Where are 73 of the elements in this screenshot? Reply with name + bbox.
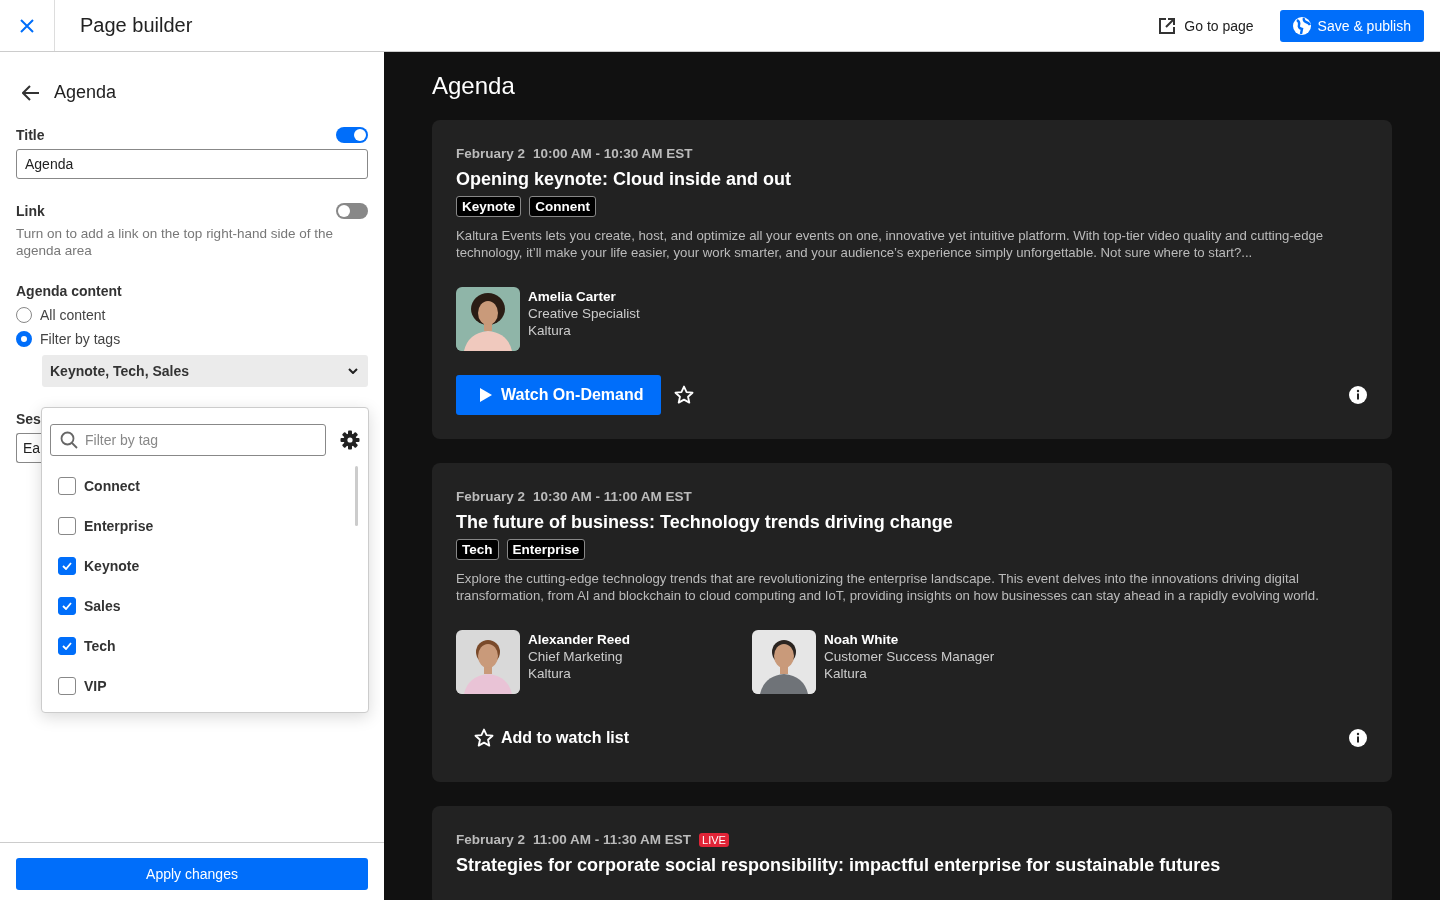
checkbox[interactable] (58, 597, 76, 615)
radio-option[interactable]: Filter by tags (16, 331, 121, 347)
tags-dropdown[interactable]: Keynote, Tech, Sales (42, 355, 368, 387)
field-label: Title (16, 127, 45, 143)
chevron-down-icon (348, 368, 358, 374)
session-time: 11:00 AM - 11:30 AM EST (533, 832, 692, 847)
session-time: 10:00 AM - 10:30 AM EST (533, 146, 693, 161)
session-date: February 2 (456, 146, 526, 161)
field-label: Ses (16, 411, 40, 427)
radio-button[interactable] (16, 331, 32, 347)
speaker-role: Creative Specialist (528, 305, 640, 322)
save-publish-button[interactable]: Save & publish (1279, 9, 1424, 42)
check-icon (62, 562, 72, 570)
toggle-switch[interactable] (336, 203, 368, 219)
star-icon (672, 384, 695, 406)
checkbox[interactable] (58, 517, 76, 535)
session-date: February 2 (456, 489, 526, 504)
session-tag: Keynote (456, 196, 522, 217)
session-time: 10:30 AM - 11:00 AM EST (533, 489, 692, 504)
tag-option[interactable]: Enterprise (50, 506, 360, 546)
play-icon (479, 387, 493, 403)
add-to-watch-list-button[interactable]: Add to watch list (456, 718, 629, 758)
radio-option[interactable]: All content (16, 307, 106, 323)
tag-option[interactable]: Keynote (50, 546, 360, 586)
session-date: February 2 (456, 832, 526, 847)
section-label: Agenda content (16, 283, 123, 299)
info-icon[interactable] (1348, 385, 1368, 405)
checkbox[interactable] (58, 557, 76, 575)
field-label: Link (16, 203, 45, 219)
panel-heading: Agenda (54, 82, 117, 103)
session-tag: Connent (529, 196, 596, 217)
help-text: Turn on to add a link on the top right-hand side of the agenda area (16, 225, 334, 259)
checkbox[interactable] (58, 677, 76, 695)
filter-search-field[interactable]: Filter by tag (50, 424, 326, 456)
session-title[interactable]: The future of business: Technology trends driving change (456, 512, 1368, 533)
speaker-company: Kaltura (824, 665, 868, 682)
watch-on-demand-button[interactable]: Watch On-Demand (456, 375, 661, 415)
speaker-name: Alexander Reed (528, 631, 631, 648)
tag-option[interactable]: VIP (50, 666, 360, 706)
session-tag: Tech (456, 539, 499, 560)
session-title[interactable]: Opening keynote: Cloud inside and out (456, 169, 1368, 190)
title-input-field[interactable]: Agenda (16, 149, 368, 179)
tag-option[interactable]: Connect (50, 466, 360, 506)
agenda-heading: Agenda (432, 72, 516, 100)
settings-icon[interactable] (340, 430, 360, 450)
session-title[interactable]: Strategies for corporate social responsibility: impactful enterprise for sustainable futures (456, 855, 1368, 876)
session-tag: Enterprise (506, 539, 586, 560)
tag-option[interactable]: Tech (50, 626, 360, 666)
check-icon (62, 602, 72, 610)
checkbox[interactable] (58, 637, 76, 655)
speaker-name: Amelia Carter (528, 288, 617, 305)
globe-icon (1291, 15, 1312, 36)
speaker-role: Chief Marketing (528, 648, 624, 665)
close-icon[interactable] (20, 18, 34, 33)
checkbox[interactable] (58, 477, 76, 495)
back-arrow-icon[interactable] (22, 84, 40, 101)
apply-changes-button[interactable]: Apply changes (16, 858, 368, 890)
go-to-page-link[interactable]: Go to page (1152, 15, 1260, 36)
external-link-icon (1158, 16, 1177, 35)
star-icon (473, 727, 495, 749)
toggle-switch[interactable] (336, 127, 368, 143)
tag-option[interactable]: Sales (50, 586, 360, 626)
check-icon (62, 642, 72, 650)
speaker-role: Customer Success Manager (824, 648, 995, 665)
page-title: Page builder (80, 14, 194, 37)
speaker-company: Kaltura (528, 322, 572, 339)
session-description: Explore the cutting-edge technology trends that are revolutionizing the enterprise landscape. This event delves into the innovations driving digital transformation, from AI and blockchain to cloud computing and IoT, providing insights on how businesses can stay ahead in a rapidly evolving world. (456, 570, 1320, 604)
info-icon[interactable] (1348, 728, 1368, 748)
favorite-button[interactable] (672, 384, 695, 406)
session-description: Kaltura Events lets you create, host, and optimize all your events on one, innovative yet intuitive platform. With top-tier video quality and cutting-edge technology, it’ll make your life easier, your work smarter, and your audience’s experience simply unforgettable. Not sure where to start?... (456, 227, 1325, 261)
live-badge: LIVE (699, 832, 729, 847)
speaker-company: Kaltura (528, 665, 572, 682)
speaker-name: Noah White (824, 631, 900, 648)
